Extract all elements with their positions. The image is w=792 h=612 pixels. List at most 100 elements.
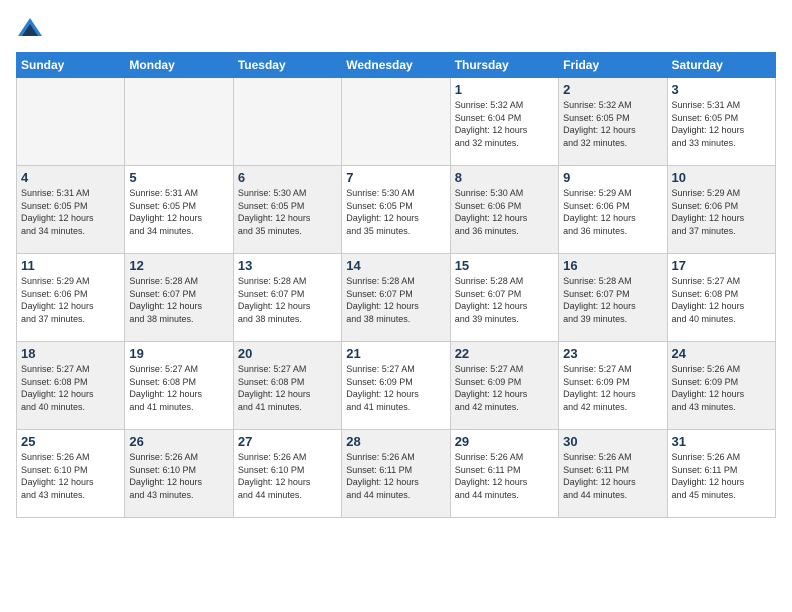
calendar-cell: 28 Sunrise: 5:26 AM Sunset: 6:11 PM Dayli… (342, 430, 450, 518)
day-number: 17 (672, 258, 771, 273)
day-info: Sunrise: 5:28 AM Sunset: 6:07 PM Dayligh… (455, 275, 554, 325)
day-number: 15 (455, 258, 554, 273)
calendar-cell: 16Sunrise: 5:28 AM Sunset: 6:07 PM Dayli… (559, 254, 667, 342)
day-number: 26 (129, 434, 228, 449)
day-info: Sunrise: 5:26 AM Sunset: 6:10 PM Dayligh… (238, 451, 337, 501)
day-number: 1 (455, 82, 554, 97)
day-number: 5 (129, 170, 228, 185)
day-info: Sunrise: 5:27 AM Sunset: 6:08 PM Dayligh… (238, 363, 337, 413)
day-info: Sunrise: 5:32 AM Sunset: 6:05 PM Dayligh… (563, 99, 662, 149)
day-number: 7 (346, 170, 445, 185)
calendar-cell: 3Sunrise: 5:31 AM Sunset: 6:05 PM Daylig… (667, 78, 775, 166)
logo-icon (16, 16, 44, 44)
day-info: Sunrise: 5:28 AM Sunset: 6:07 PM Dayligh… (238, 275, 337, 325)
calendar-cell: 17 Sunrise: 5:27 AM Sunset: 6:08 PM Dayli… (667, 254, 775, 342)
day-info: Sunrise: 5:27 AM Sunset: 6:08 PM Dayligh… (672, 275, 771, 325)
day-info: Sunrise: 5:26 AM Sunset: 6:10 PM Dayligh… (129, 451, 228, 501)
day-number: 9 (563, 170, 662, 185)
day-info: Sunrise: 5:30 AM Sunset: 6:06 PM Dayligh… (455, 187, 554, 237)
day-header-sunday: Sunday (17, 53, 125, 78)
day-number: 28 (346, 434, 445, 449)
day-number: 13 (238, 258, 337, 273)
calendar-week-row: 25 Sunrise: 5:26 AM Sunset: 6:10 PM Dayli… (17, 430, 776, 518)
day-info: Sunrise: 5:30 AM Sunset: 6:05 PM Dayligh… (238, 187, 337, 237)
calendar-week-row: 1Sunrise: 5:32 AM Sunset: 6:04 PM Daylig… (17, 78, 776, 166)
calendar-cell: 31 Sunrise: 5:26 AM Sunset: 6:11 PM Dayli… (667, 430, 775, 518)
calendar-cell: 9 Sunrise: 5:29 AM Sunset: 6:06 PM Daylig… (559, 166, 667, 254)
day-number: 20 (238, 346, 337, 361)
day-number: 25 (21, 434, 120, 449)
day-number: 18 (21, 346, 120, 361)
calendar-cell: 27Sunrise: 5:26 AM Sunset: 6:10 PM Dayli… (233, 430, 341, 518)
calendar-cell: 22 Sunrise: 5:27 AM Sunset: 6:09 PM Dayli… (450, 342, 558, 430)
day-info: Sunrise: 5:26 AM Sunset: 6:09 PM Dayligh… (672, 363, 771, 413)
day-info: Sunrise: 5:29 AM Sunset: 6:06 PM Dayligh… (21, 275, 120, 325)
calendar-cell: 20 Sunrise: 5:27 AM Sunset: 6:08 PM Dayli… (233, 342, 341, 430)
day-info: Sunrise: 5:31 AM Sunset: 6:05 PM Dayligh… (21, 187, 120, 237)
day-info: Sunrise: 5:26 AM Sunset: 6:11 PM Dayligh… (455, 451, 554, 501)
day-number: 23 (563, 346, 662, 361)
day-header-monday: Monday (125, 53, 233, 78)
day-info: Sunrise: 5:28 AM Sunset: 6:07 PM Dayligh… (563, 275, 662, 325)
day-info: Sunrise: 5:27 AM Sunset: 6:09 PM Dayligh… (455, 363, 554, 413)
day-number: 21 (346, 346, 445, 361)
day-number: 2 (563, 82, 662, 97)
day-info: Sunrise: 5:26 AM Sunset: 6:11 PM Dayligh… (563, 451, 662, 501)
calendar-cell: 12 Sunrise: 5:28 AM Sunset: 6:07 PM Dayli… (125, 254, 233, 342)
day-info: Sunrise: 5:28 AM Sunset: 6:07 PM Dayligh… (129, 275, 228, 325)
day-header-friday: Friday (559, 53, 667, 78)
day-number: 22 (455, 346, 554, 361)
calendar-cell: 11 Sunrise: 5:29 AM Sunset: 6:06 PM Dayli… (17, 254, 125, 342)
calendar-week-row: 18 Sunrise: 5:27 AM Sunset: 6:08 PM Dayli… (17, 342, 776, 430)
calendar-cell: 1Sunrise: 5:32 AM Sunset: 6:04 PM Daylig… (450, 78, 558, 166)
day-header-thursday: Thursday (450, 53, 558, 78)
logo (16, 16, 48, 44)
day-info: Sunrise: 5:27 AM Sunset: 6:09 PM Dayligh… (563, 363, 662, 413)
day-header-wednesday: Wednesday (342, 53, 450, 78)
calendar-cell: 6 Sunrise: 5:30 AM Sunset: 6:05 PM Daylig… (233, 166, 341, 254)
day-number: 30 (563, 434, 662, 449)
day-number: 29 (455, 434, 554, 449)
calendar-table: SundayMondayTuesdayWednesdayThursdayFrid… (16, 52, 776, 518)
calendar-week-row: 11 Sunrise: 5:29 AM Sunset: 6:06 PM Dayli… (17, 254, 776, 342)
day-info: Sunrise: 5:29 AM Sunset: 6:06 PM Dayligh… (563, 187, 662, 237)
calendar-cell: 18 Sunrise: 5:27 AM Sunset: 6:08 PM Dayli… (17, 342, 125, 430)
day-info: Sunrise: 5:26 AM Sunset: 6:11 PM Dayligh… (672, 451, 771, 501)
day-number: 31 (672, 434, 771, 449)
calendar-cell (233, 78, 341, 166)
day-number: 4 (21, 170, 120, 185)
day-number: 12 (129, 258, 228, 273)
calendar-cell: 10Sunrise: 5:29 AM Sunset: 6:06 PM Dayli… (667, 166, 775, 254)
calendar-cell: 8 Sunrise: 5:30 AM Sunset: 6:06 PM Daylig… (450, 166, 558, 254)
calendar-header-row: SundayMondayTuesdayWednesdayThursdayFrid… (17, 53, 776, 78)
calendar-cell (125, 78, 233, 166)
day-info: Sunrise: 5:30 AM Sunset: 6:05 PM Dayligh… (346, 187, 445, 237)
day-info: Sunrise: 5:26 AM Sunset: 6:10 PM Dayligh… (21, 451, 120, 501)
day-number: 8 (455, 170, 554, 185)
calendar-cell: 23 Sunrise: 5:27 AM Sunset: 6:09 PM Dayli… (559, 342, 667, 430)
calendar-cell: 13 Sunrise: 5:28 AM Sunset: 6:07 PM Dayli… (233, 254, 341, 342)
calendar-cell: 29 Sunrise: 5:26 AM Sunset: 6:11 PM Dayli… (450, 430, 558, 518)
day-number: 14 (346, 258, 445, 273)
day-info: Sunrise: 5:26 AM Sunset: 6:11 PM Dayligh… (346, 451, 445, 501)
calendar-cell (17, 78, 125, 166)
calendar-cell: 21 Sunrise: 5:27 AM Sunset: 6:09 PM Dayli… (342, 342, 450, 430)
day-info: Sunrise: 5:27 AM Sunset: 6:09 PM Dayligh… (346, 363, 445, 413)
calendar-cell: 19Sunrise: 5:27 AM Sunset: 6:08 PM Dayli… (125, 342, 233, 430)
calendar-cell: 25 Sunrise: 5:26 AM Sunset: 6:10 PM Dayli… (17, 430, 125, 518)
calendar-cell: 2 Sunrise: 5:32 AM Sunset: 6:05 PM Daylig… (559, 78, 667, 166)
day-info: Sunrise: 5:27 AM Sunset: 6:08 PM Dayligh… (129, 363, 228, 413)
calendar-cell: 26 Sunrise: 5:26 AM Sunset: 6:10 PM Dayli… (125, 430, 233, 518)
day-header-saturday: Saturday (667, 53, 775, 78)
calendar-cell: 24Sunrise: 5:26 AM Sunset: 6:09 PM Dayli… (667, 342, 775, 430)
calendar-cell: 30 Sunrise: 5:26 AM Sunset: 6:11 PM Dayli… (559, 430, 667, 518)
day-info: Sunrise: 5:27 AM Sunset: 6:08 PM Dayligh… (21, 363, 120, 413)
day-info: Sunrise: 5:31 AM Sunset: 6:05 PM Dayligh… (129, 187, 228, 237)
day-number: 3 (672, 82, 771, 97)
day-number: 6 (238, 170, 337, 185)
day-number: 10 (672, 170, 771, 185)
calendar-week-row: 4 Sunrise: 5:31 AM Sunset: 6:05 PM Daylig… (17, 166, 776, 254)
day-number: 11 (21, 258, 120, 273)
calendar-cell (342, 78, 450, 166)
day-header-tuesday: Tuesday (233, 53, 341, 78)
